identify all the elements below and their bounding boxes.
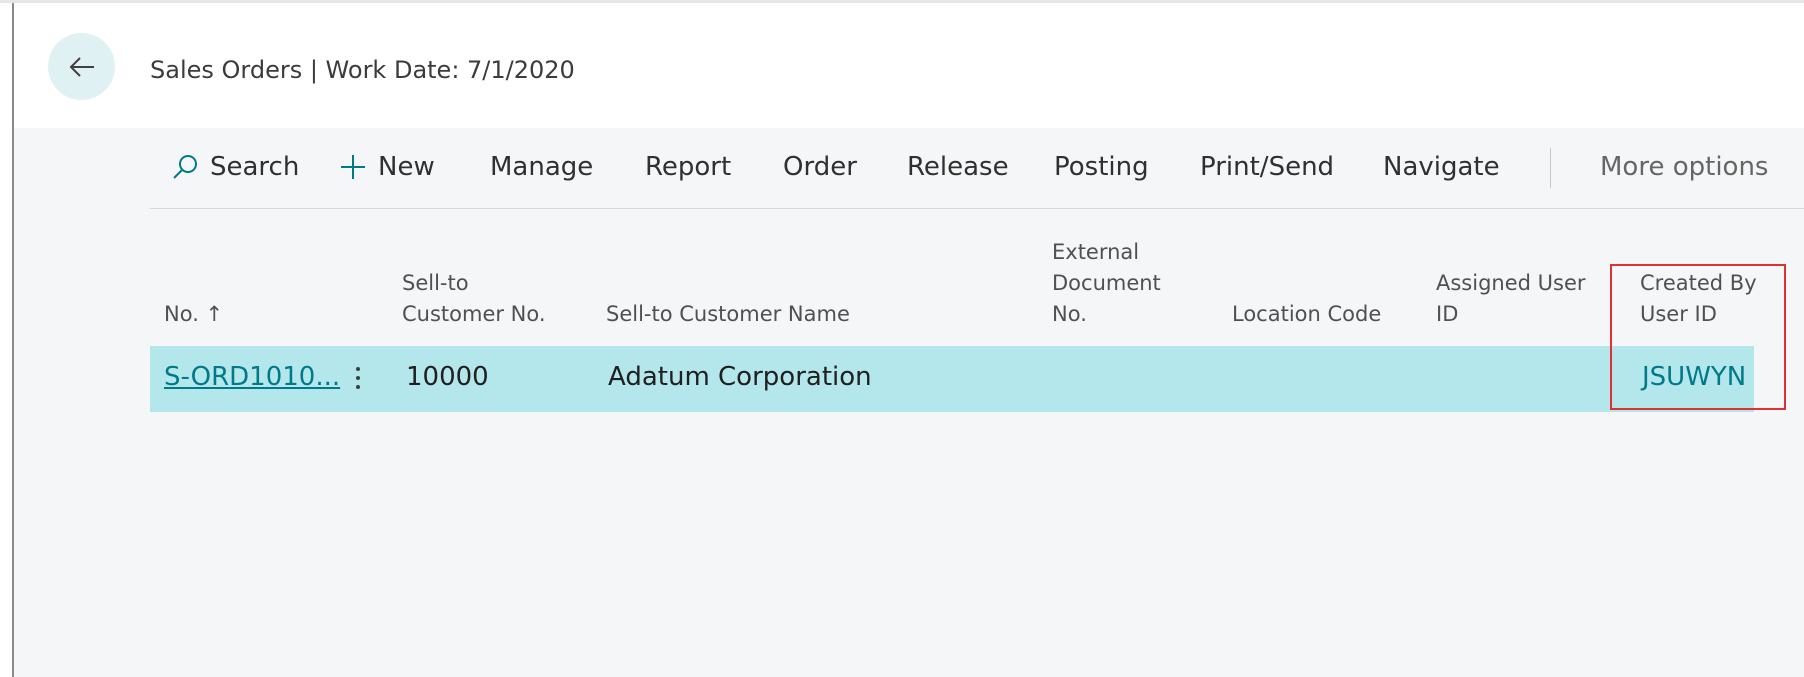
cell-created-by-user-id: JSUWYN: [1642, 362, 1747, 392]
column-header-no[interactable]: No. ↑: [164, 299, 223, 330]
search-icon: [173, 155, 197, 179]
search-button-label: Search: [210, 152, 300, 182]
new-button-label: New: [378, 152, 435, 182]
report-menu[interactable]: Report: [645, 152, 731, 182]
cell-customer-name: Adatum Corporation: [608, 362, 872, 392]
more-vertical-icon[interactable]: [350, 364, 366, 394]
back-button[interactable]: [48, 33, 115, 100]
page-title: Sales Orders | Work Date: 7/1/2020: [150, 56, 575, 84]
cell-customer-no: 10000: [406, 362, 489, 392]
order-menu[interactable]: Order: [783, 152, 857, 182]
column-header-sell-to-customer-no[interactable]: Sell-to Customer No.: [402, 268, 546, 330]
column-header-location-code[interactable]: Location Code: [1232, 299, 1381, 330]
sales-orders-window: Sales Orders | Work Date: 7/1/2020 Searc…: [0, 0, 1804, 677]
back-arrow-icon: [69, 56, 94, 77]
release-menu[interactable]: Release: [907, 152, 1009, 182]
column-header-assigned-user-id[interactable]: Assigned User ID: [1436, 268, 1586, 330]
window-left-border: [12, 3, 14, 677]
action-bar-divider: [1550, 148, 1551, 188]
new-button[interactable]: New: [338, 152, 435, 182]
print-send-menu[interactable]: Print/Send: [1200, 152, 1334, 182]
window-top-border: [0, 0, 1804, 3]
plus-icon: [341, 155, 365, 179]
column-header-external-document-no[interactable]: External Document No.: [1052, 237, 1161, 330]
table-row[interactable]: S-ORD1010... 10000 Adatum Corporation JS…: [150, 346, 1754, 412]
posting-menu[interactable]: Posting: [1054, 152, 1149, 182]
order-no-link[interactable]: S-ORD1010...: [164, 362, 340, 392]
search-button[interactable]: Search: [170, 152, 299, 182]
more-options-button[interactable]: More options: [1600, 152, 1768, 182]
column-header-created-by-user-id[interactable]: Created By User ID: [1640, 268, 1757, 330]
manage-menu[interactable]: Manage: [490, 152, 593, 182]
column-header-sell-to-customer-name[interactable]: Sell-to Customer Name: [606, 299, 850, 330]
action-bar: Search New Manage Report Order Release P…: [150, 128, 1804, 209]
navigate-menu[interactable]: Navigate: [1383, 152, 1500, 182]
